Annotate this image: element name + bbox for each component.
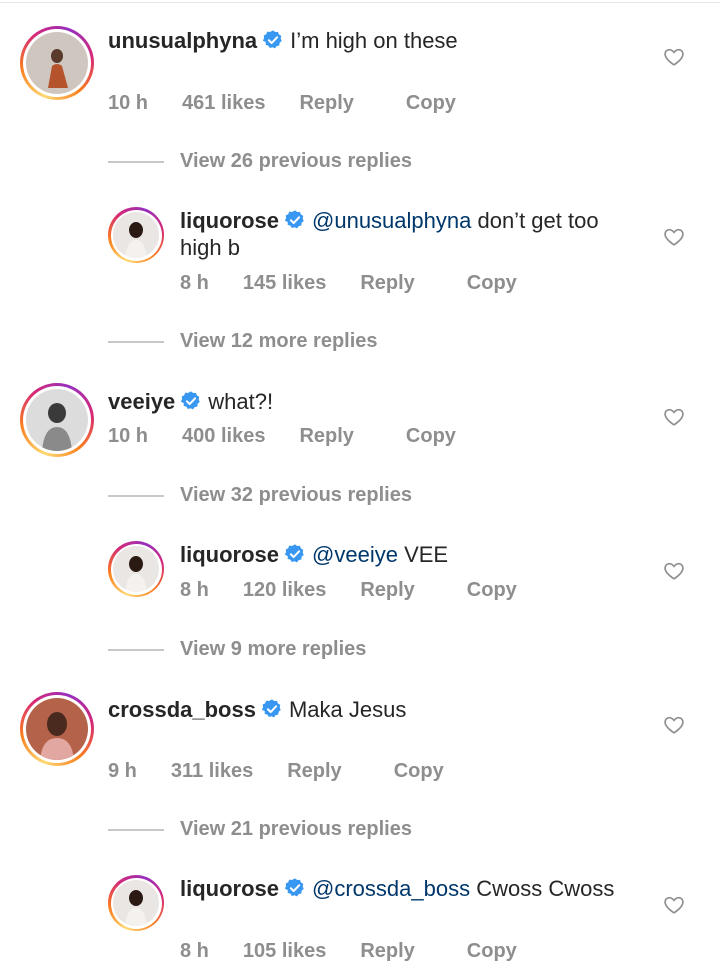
comment-time: 9 h	[108, 760, 137, 782]
avatar-veeiye[interactable]	[20, 383, 94, 457]
view-more-replies[interactable]: View 12 more replies	[108, 330, 378, 353]
comment-line: veeiye what?!	[108, 388, 273, 415]
likes-count[interactable]: 461 likes	[182, 92, 265, 115]
verified-badge-icon	[262, 29, 284, 51]
copy-button[interactable]: Copy	[467, 272, 517, 295]
comment-meta: 9 h 311 likes Reply Copy	[108, 760, 444, 783]
heart-outline-icon[interactable]	[663, 894, 685, 916]
view-more-replies[interactable]: View 9 more replies	[108, 638, 366, 661]
avatar-liquorose[interactable]	[108, 207, 164, 263]
view-previous-replies[interactable]: View 26 previous replies	[108, 150, 412, 173]
copy-button[interactable]: Copy	[467, 579, 517, 602]
reply-text: VEE	[397, 542, 449, 567]
reply-line: liquorose @crossda_boss Cwoss Cwoss	[180, 875, 614, 902]
heart-outline-icon[interactable]	[663, 406, 685, 428]
comment-line: unusualphyna I’m high on these	[108, 27, 458, 54]
verified-badge-icon	[284, 209, 306, 231]
reply-meta: 8 h 105 likes Reply Copy	[180, 940, 517, 963]
copy-button[interactable]: Copy	[406, 92, 456, 115]
reply-button[interactable]: Reply	[360, 272, 414, 295]
comment-meta: 10 h 461 likes Reply Copy	[108, 92, 456, 115]
comment-line: crossda_boss Maka Jesus	[108, 696, 406, 723]
reply-button[interactable]: Reply	[299, 425, 353, 448]
heart-outline-icon[interactable]	[663, 560, 685, 582]
avatar-unusualphyna[interactable]	[20, 26, 94, 100]
reply-button[interactable]: Reply	[299, 92, 353, 115]
view-previous-replies-label: View 21 previous replies	[180, 818, 412, 840]
reply-time: 8 h	[180, 579, 209, 601]
reply-username[interactable]: liquorose	[180, 876, 279, 901]
comment-username[interactable]: unusualphyna	[108, 28, 257, 53]
likes-count[interactable]: 400 likes	[182, 425, 265, 448]
verified-badge-icon	[261, 698, 283, 720]
likes-count[interactable]: 105 likes	[243, 940, 326, 963]
copy-button[interactable]: Copy	[467, 940, 517, 963]
view-more-replies-label: View 12 more replies	[180, 330, 378, 352]
likes-count[interactable]: 311 likes	[171, 760, 253, 783]
comment-username[interactable]: crossda_boss	[108, 697, 256, 722]
avatar-liquorose[interactable]	[108, 541, 164, 597]
reply-username[interactable]: liquorose	[180, 208, 279, 233]
view-previous-replies[interactable]: View 32 previous replies	[108, 484, 412, 507]
reply-meta: 8 h 120 likes Reply Copy	[180, 579, 517, 602]
comment-time: 10 h	[108, 425, 149, 447]
reply-button[interactable]: Reply	[287, 760, 341, 783]
likes-count[interactable]: 120 likes	[243, 579, 326, 602]
reply-username[interactable]: liquorose	[180, 542, 279, 567]
copy-button[interactable]: Copy	[394, 760, 444, 783]
comment-text: I’m high on these	[290, 28, 458, 53]
copy-button[interactable]: Copy	[406, 425, 456, 448]
comment-text: Maka Jesus	[288, 697, 407, 722]
reply-time: 8 h	[180, 272, 209, 294]
top-divider	[0, 2, 720, 3]
verified-badge-icon	[284, 877, 306, 899]
comment-text: what?!	[208, 389, 274, 414]
mention-link[interactable]: @veeiye	[312, 542, 398, 567]
avatar-liquorose[interactable]	[108, 875, 164, 931]
thread-line	[108, 828, 164, 831]
reply-text: Cwoss Cwoss	[470, 876, 615, 901]
avatar-crossda-boss[interactable]	[20, 692, 94, 766]
comment-username[interactable]: veeiye	[108, 389, 175, 414]
reply-meta: 8 h 145 likes Reply Copy	[180, 272, 517, 295]
reply-button[interactable]: Reply	[360, 940, 414, 963]
thread-line	[108, 494, 164, 497]
comment-time: 10 h	[108, 92, 149, 114]
view-previous-replies-label: View 32 previous replies	[180, 484, 412, 506]
reply-button[interactable]: Reply	[360, 579, 414, 602]
view-previous-replies[interactable]: View 21 previous replies	[108, 818, 412, 841]
mention-link[interactable]: @crossda_boss	[312, 876, 470, 901]
heart-outline-icon[interactable]	[663, 714, 685, 736]
view-previous-replies-label: View 26 previous replies	[180, 150, 412, 172]
thread-line	[108, 648, 164, 651]
verified-badge-icon	[284, 543, 306, 565]
reply-line: liquorose @veeiye VEE	[180, 541, 448, 568]
thread-line	[108, 340, 164, 343]
view-more-replies-label: View 9 more replies	[180, 638, 367, 660]
heart-outline-icon[interactable]	[663, 226, 685, 248]
thread-line	[108, 160, 164, 163]
reply-line: liquorose @unusualphyna don’t get too hig…	[180, 207, 630, 261]
mention-link[interactable]: @unusualphyna	[312, 208, 471, 233]
comment-meta: 10 h 400 likes Reply Copy	[108, 425, 456, 448]
reply-time: 8 h	[180, 940, 209, 962]
verified-badge-icon	[180, 390, 202, 412]
likes-count[interactable]: 145 likes	[243, 272, 326, 295]
heart-outline-icon[interactable]	[663, 46, 685, 68]
